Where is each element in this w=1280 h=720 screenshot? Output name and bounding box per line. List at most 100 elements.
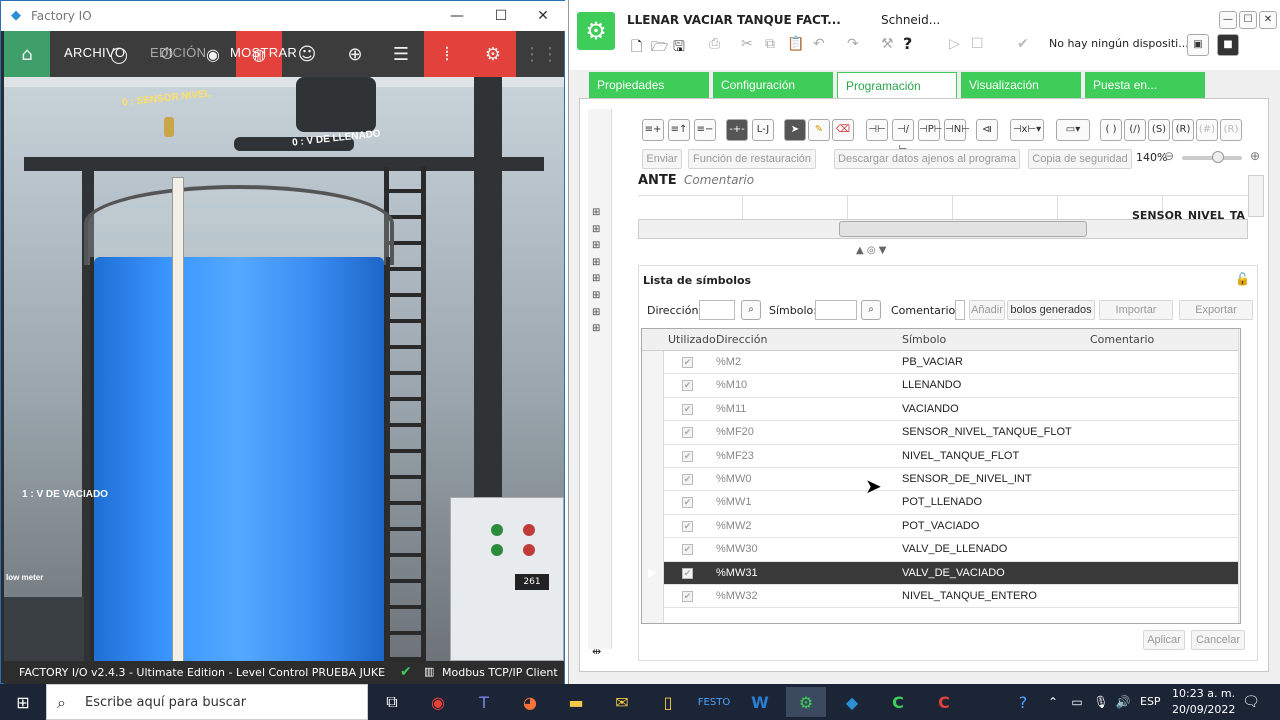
- control-expert-taskbar-icon[interactable]: ⚙: [786, 687, 826, 717]
- table-row[interactable]: ✔ %MW0 SENSOR_DE_NIVEL_INT: [642, 468, 1238, 492]
- festo-icon[interactable]: FESTO: [694, 687, 734, 717]
- tab-puesta-en[interactable]: Puesta en...: [1085, 72, 1205, 98]
- coil-reset-icon[interactable]: (R): [1172, 119, 1194, 141]
- crosshair-icon[interactable]: ⊕: [332, 31, 378, 77]
- panel-start-button[interactable]: [491, 544, 503, 556]
- app-c-green-icon[interactable]: C: [878, 687, 918, 717]
- used-checkbox[interactable]: ✔: [682, 538, 693, 561]
- contact-nc-icon[interactable]: ⊣/⊢: [892, 119, 914, 155]
- tab-visualizacion[interactable]: Visualización: [961, 72, 1081, 98]
- ladder-vscroll[interactable]: [1248, 175, 1264, 217]
- cut-icon[interactable]: ✂: [741, 36, 753, 52]
- filter-address-input[interactable]: [699, 300, 735, 320]
- timer-icon[interactable]: ⏱: [144, 31, 190, 77]
- taskbar-search-box[interactable]: ⌕ Escribe aquí para buscar: [46, 684, 368, 720]
- file-explorer-icon[interactable]: ▬: [556, 687, 596, 717]
- delete-row-icon[interactable]: ≡−: [694, 119, 716, 141]
- generated-symbols-button[interactable]: bolos generados: [1007, 300, 1095, 320]
- apply-button[interactable]: Aplicar: [1143, 630, 1185, 650]
- person-icon[interactable]: ☺: [284, 31, 330, 77]
- grid-icon[interactable]: ⋮⋮: [518, 31, 564, 77]
- insert-row-icon[interactable]: ≡+: [642, 119, 664, 141]
- ce-maximize-button[interactable]: ☐: [1239, 11, 1257, 29]
- filter-comment-input[interactable]: [955, 300, 965, 320]
- expand-buttons[interactable]: ⊞ ⊞ ⊞ ⊞ ⊞ ⊞ ⊞ ⊞: [592, 205, 600, 338]
- used-checkbox[interactable]: ✔: [682, 562, 693, 585]
- contact-no-icon[interactable]: ⊣⊢: [866, 119, 888, 141]
- list-icon[interactable]: ☰: [378, 31, 424, 77]
- redo-icon[interactable]: ↷: [847, 36, 859, 52]
- windows-start-icon[interactable]: ⊞: [0, 687, 46, 717]
- mail-icon[interactable]: ✉: [602, 687, 642, 717]
- tab-programacion[interactable]: Programación: [837, 72, 957, 98]
- minimize-button[interactable]: —: [437, 5, 477, 27]
- pointer-icon[interactable]: ➤: [784, 119, 806, 141]
- compare-block-icon[interactable]: ⧏: [976, 119, 998, 141]
- download-data-button[interactable]: Descargar datos ajenos al programa: [834, 149, 1020, 169]
- insert-row-above-icon[interactable]: ≡↑: [668, 119, 690, 141]
- ladder-hscroll[interactable]: [638, 219, 1248, 239]
- coil-halt-icon[interactable]: (#): [1196, 119, 1218, 141]
- document-icon[interactable]: ▯: [648, 687, 688, 717]
- notifications-icon[interactable]: 🗨: [1236, 687, 1266, 717]
- coil-negated-icon[interactable]: (/): [1124, 119, 1146, 141]
- import-button[interactable]: Importar: [1099, 300, 1173, 320]
- table-row[interactable]: ✔ %M2 PB_VACIAR: [642, 351, 1238, 375]
- address-search-icon[interactable]: ⌕: [741, 300, 761, 320]
- table-row[interactable]: ✔ %M11 VACIANDO: [642, 398, 1238, 422]
- restore-function-button[interactable]: Función de restauración: [688, 149, 816, 169]
- used-checkbox[interactable]: ✔: [682, 585, 693, 608]
- used-checkbox[interactable]: ✔: [682, 468, 693, 491]
- play-circle-icon[interactable]: ◯: [96, 31, 142, 77]
- symbol-search-icon[interactable]: ⌕: [861, 300, 881, 320]
- firefox-icon[interactable]: ◕: [510, 687, 550, 717]
- zoom-out-icon[interactable]: ⊖: [1164, 149, 1174, 163]
- save-icon[interactable]: 🖫: [673, 36, 685, 60]
- used-checkbox[interactable]: ✔: [682, 491, 693, 514]
- connect-icon[interactable]: ▣: [1187, 34, 1209, 56]
- open-folder-icon[interactable]: 🗁: [651, 36, 668, 60]
- copy-icon[interactable]: ⧉: [765, 36, 775, 52]
- chrome-icon[interactable]: ◉: [418, 687, 458, 717]
- wire-icon[interactable]: L-J: [752, 119, 774, 141]
- clock-time[interactable]: 10:23 a. m.: [1172, 687, 1235, 700]
- run-icon[interactable]: ▷: [949, 36, 960, 52]
- stop-square-icon[interactable]: ☐: [971, 36, 984, 52]
- tab-propiedades[interactable]: Propiedades: [589, 72, 709, 98]
- cancel-button[interactable]: Cancelar: [1191, 630, 1245, 650]
- contact-p-icon[interactable]: ⊣P⊢: [918, 119, 942, 141]
- gear-icon[interactable]: ⚙: [470, 31, 516, 77]
- branch-icon[interactable]: -+-: [726, 119, 748, 141]
- clock-date[interactable]: 20/09/2022: [1172, 703, 1235, 716]
- validate-check-icon[interactable]: ✔: [1017, 36, 1029, 52]
- coil-icon[interactable]: ( ): [1100, 119, 1122, 141]
- table-row[interactable]: ✔ %MF23 NIVEL_TANQUE_FLOT: [642, 445, 1238, 468]
- ce-close-button[interactable]: ✕: [1259, 11, 1277, 29]
- language-indicator[interactable]: ESP: [1140, 695, 1161, 708]
- coil-return-icon[interactable]: (R): [1220, 119, 1242, 141]
- splitter-icon[interactable]: ⇹: [592, 645, 601, 658]
- maximize-button[interactable]: ☐: [481, 5, 521, 27]
- chevron-up-icon[interactable]: ⌃: [1040, 687, 1066, 717]
- coil-set-icon[interactable]: (S): [1148, 119, 1170, 141]
- ce-minimize-button[interactable]: —: [1219, 11, 1237, 29]
- help-tray-icon[interactable]: ?: [1010, 687, 1036, 717]
- panel-stop-button[interactable]: [523, 544, 535, 556]
- sensor-signal-icon[interactable]: ⦙: [424, 31, 470, 77]
- table-row[interactable]: ✔ %MW2 POT_VACIADO: [642, 515, 1238, 539]
- home-icon[interactable]: ⌂: [4, 31, 50, 77]
- tools-icon[interactable]: ⚒: [881, 36, 894, 52]
- app-c-red-icon[interactable]: C: [924, 687, 964, 717]
- ladder-hscroll-thumb[interactable]: [839, 221, 1087, 237]
- table-row[interactable]: ▶ ✔ %MW31 VALV_DE_VACIADO: [642, 561, 1238, 585]
- table-row[interactable]: ✔ %MW1 POT_LLENADO: [642, 491, 1238, 515]
- eraser-icon[interactable]: ⌫: [832, 119, 854, 141]
- word-icon[interactable]: W: [740, 687, 780, 717]
- new-file-icon[interactable]: 🗋: [631, 36, 642, 60]
- tab-configuracion[interactable]: Configuración: [713, 72, 833, 98]
- simulate-icon[interactable]: ■: [1217, 34, 1239, 56]
- teams-icon[interactable]: T: [464, 687, 504, 717]
- paste-icon[interactable]: 📋: [787, 36, 804, 52]
- print-icon[interactable]: ⎙: [709, 36, 720, 52]
- used-checkbox[interactable]: ✔: [682, 445, 693, 468]
